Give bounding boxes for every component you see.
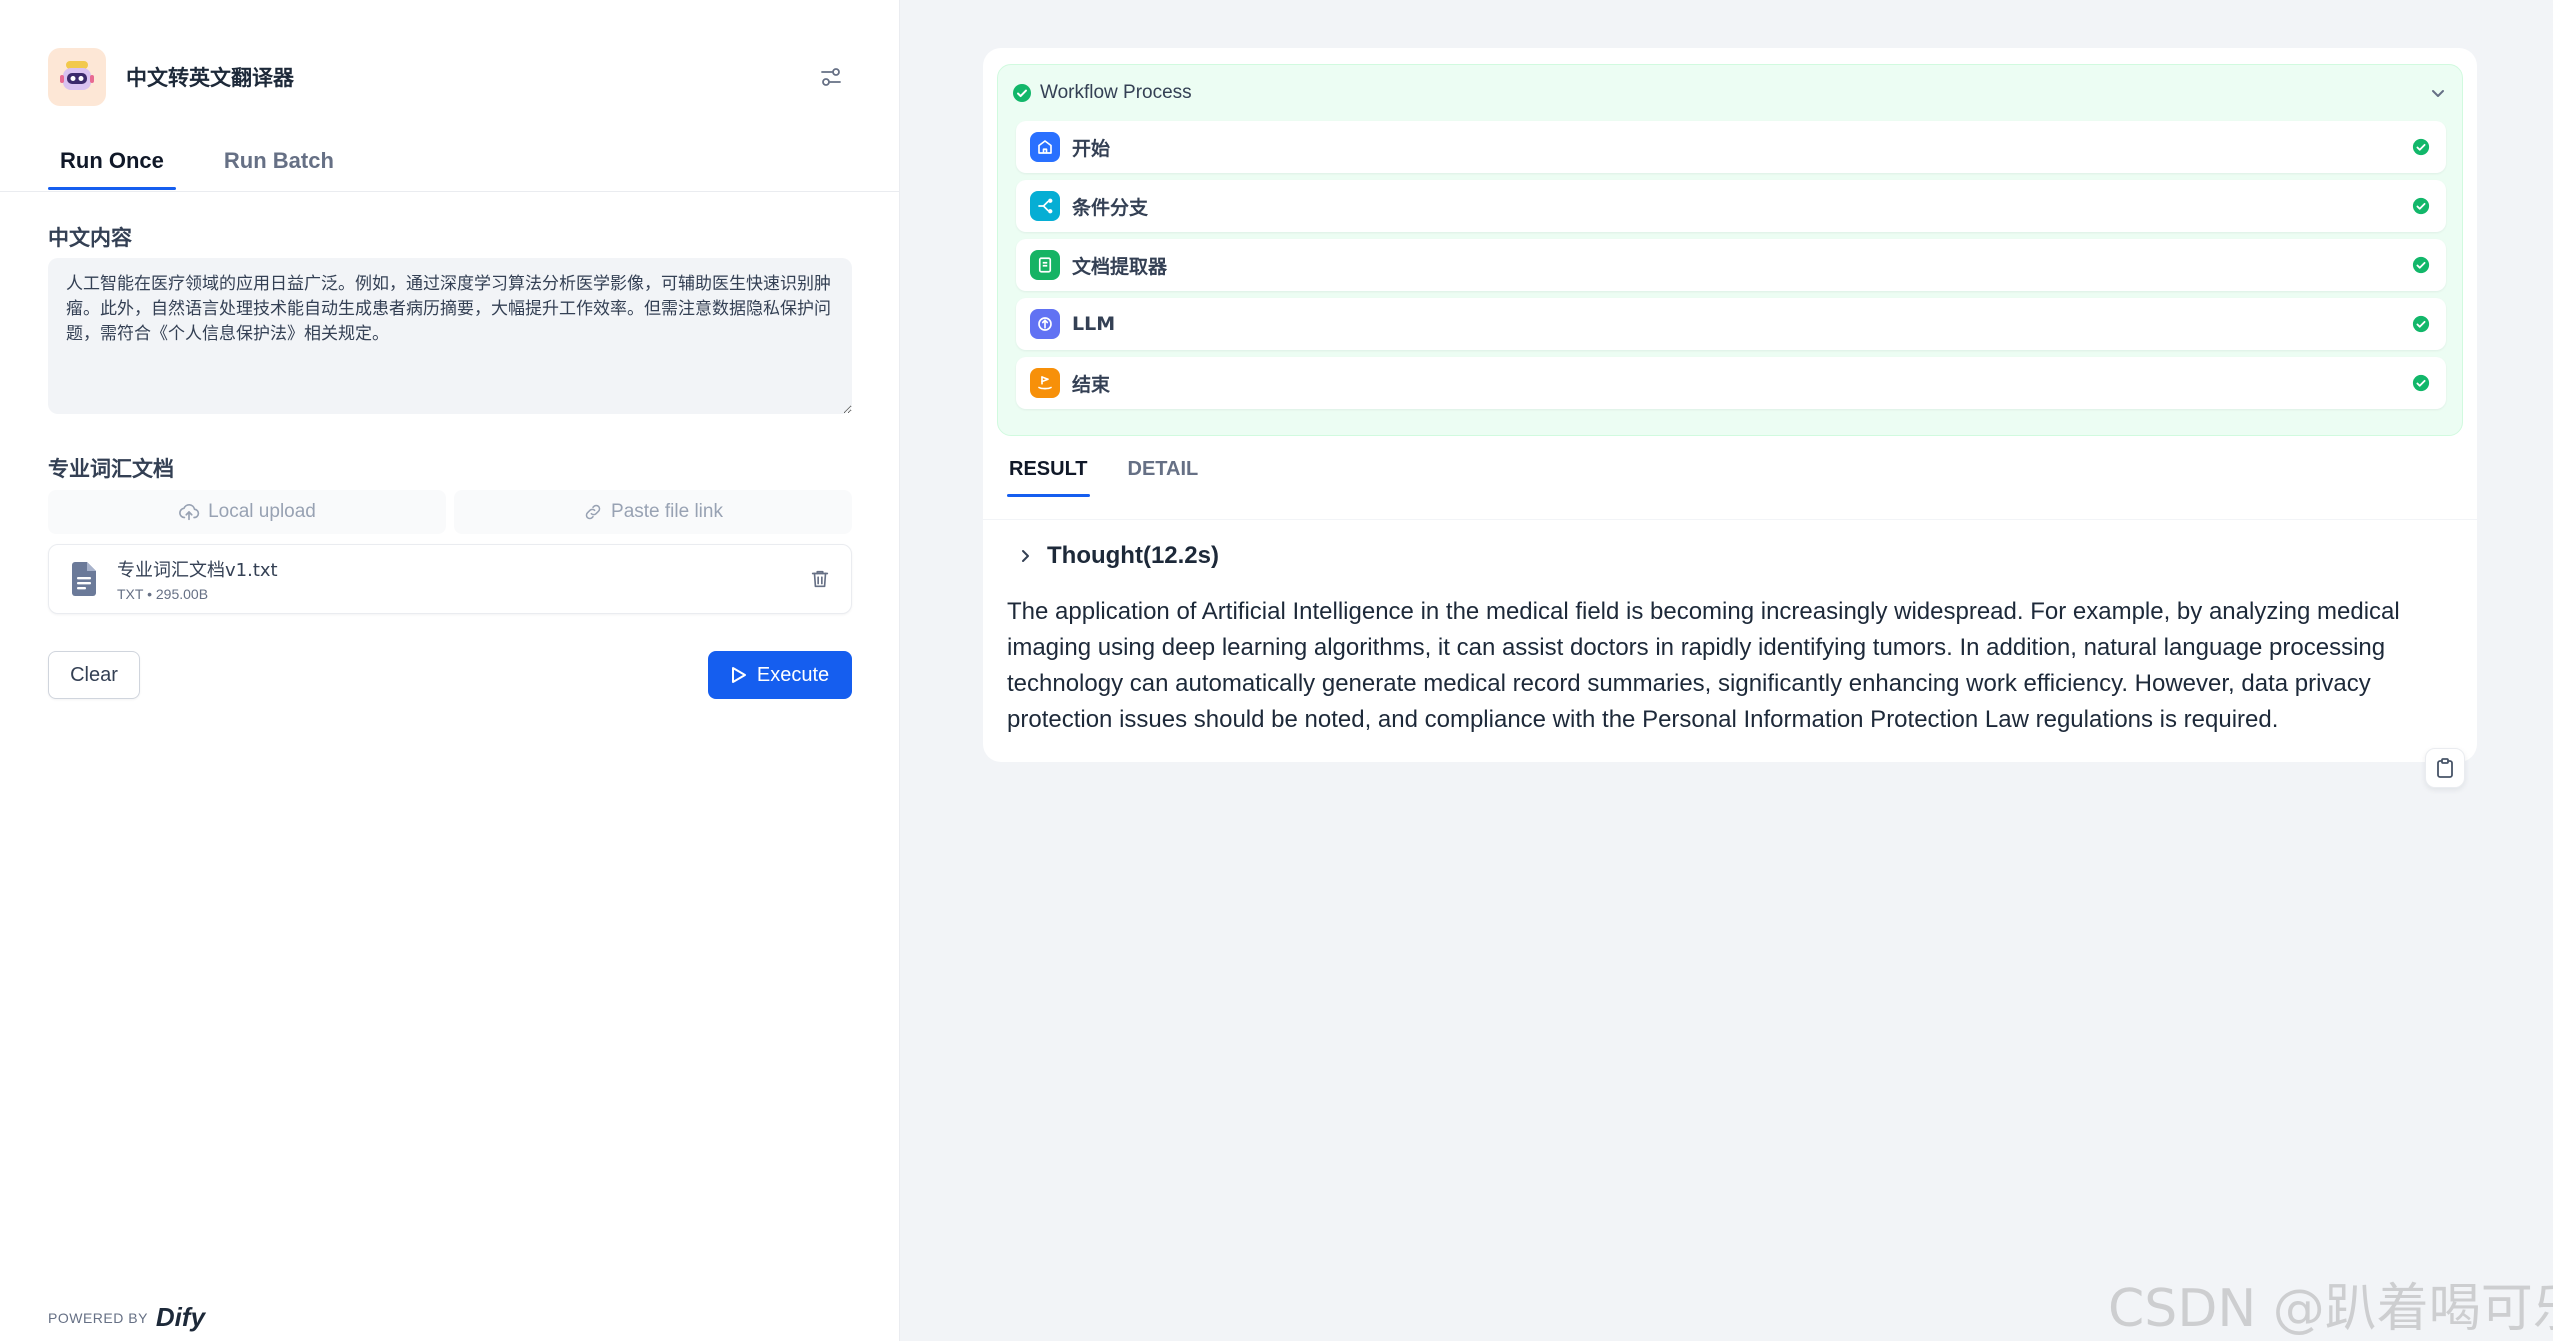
file-name: 专业词汇文档v1.txt xyxy=(117,560,278,581)
execute-label: Execute xyxy=(756,663,830,686)
workflow-node-end[interactable]: 结束 xyxy=(1016,357,2446,409)
workflow-node-start[interactable]: 开始 xyxy=(1016,121,2446,173)
robot-icon xyxy=(48,48,106,106)
workflow-node-label: 结束 xyxy=(1072,373,1111,396)
clear-button[interactable]: Clear xyxy=(48,651,140,699)
local-upload-button[interactable]: Local upload xyxy=(48,490,446,534)
llm-icon xyxy=(1030,309,1060,339)
tab-run-once[interactable]: Run Once xyxy=(48,140,176,190)
check-circle-icon xyxy=(1013,84,1031,102)
execute-button[interactable]: Execute xyxy=(708,651,852,699)
dify-logo[interactable]: Dify xyxy=(156,1302,205,1333)
tab-run-batch[interactable]: Run Batch xyxy=(212,140,346,190)
uploaded-file-card: 专业词汇文档v1.txt TXT • 295.00B xyxy=(48,544,852,614)
local-upload-label: Local upload xyxy=(208,501,316,522)
chevron-right-icon xyxy=(1022,550,1029,562)
watermark: CSDN @趴着喝可乐 xyxy=(2108,1279,2553,1339)
tab-result[interactable]: RESULT xyxy=(1007,450,1090,497)
workflow-node-label: 开始 xyxy=(1072,137,1111,160)
chinese-content-input[interactable]: 人工智能在医疗领域的应用日益广泛。例如，通过深度学习算法分析医学影像，可辅助医生… xyxy=(48,258,852,414)
check-circle-icon xyxy=(2412,374,2430,392)
result-card: Workflow Process 开始 条件分支 文档提取器 LLM 结束 RE… xyxy=(983,48,2477,788)
translation-result-text: The application of Artificial Intelligen… xyxy=(1007,598,2400,733)
file-info: 专业词汇文档v1.txt TXT • 295.00B xyxy=(117,556,278,602)
check-circle-icon xyxy=(2412,315,2430,333)
app-header: 中文转英文翻译器 xyxy=(48,48,851,106)
clipboard-icon xyxy=(2437,758,2453,778)
trash-icon xyxy=(811,570,829,588)
workflow-process-title: Workflow Process xyxy=(1040,82,1192,103)
delete-file-button[interactable] xyxy=(809,568,831,590)
check-circle-icon xyxy=(2412,138,2430,156)
workflow-node-branch[interactable]: 条件分支 xyxy=(1016,180,2446,232)
doc-extractor-icon xyxy=(1030,250,1060,280)
run-tabs: Run Once Run Batch xyxy=(48,140,346,190)
home-icon xyxy=(1030,132,1060,162)
paste-link-label: Paste file link xyxy=(611,501,723,522)
end-icon xyxy=(1030,368,1060,398)
file-type: TXT xyxy=(117,586,144,602)
paste-link-button[interactable]: Paste file link xyxy=(454,490,852,534)
check-circle-icon xyxy=(2412,256,2430,274)
left-panel: 中文转英文翻译器 Run Once Run Batch 中文内容 人工智能在医疗… xyxy=(0,0,900,1341)
thought-label: Thought(12.2s) xyxy=(1047,542,1219,569)
workflow-process-header[interactable]: Workflow Process xyxy=(1012,75,2448,111)
thought-toggle[interactable]: Thought(12.2s) xyxy=(1017,542,1219,570)
copy-button[interactable] xyxy=(2425,748,2465,788)
chevron-down-icon xyxy=(2432,90,2444,97)
powered-by-text: POWERED BY xyxy=(48,1309,148,1326)
file-meta: TXT • 295.00B xyxy=(117,586,278,602)
tabs-divider xyxy=(0,191,899,192)
workflow-node-doc-extractor[interactable]: 文档提取器 xyxy=(1016,239,2446,291)
file-field-label: 专业词汇文档 xyxy=(48,458,174,481)
cloud-upload-icon xyxy=(179,504,200,521)
branch-icon xyxy=(1030,191,1060,221)
file-meta-separator: • xyxy=(147,586,152,602)
result-tabs: RESULT DETAIL xyxy=(1007,450,1200,497)
powered-by: POWERED BY Dify xyxy=(48,1302,205,1333)
workflow-process-panel: Workflow Process 开始 条件分支 文档提取器 LLM 结束 xyxy=(997,64,2463,436)
workflow-node-label: LLM xyxy=(1072,313,1116,335)
upload-row: Local upload Paste file link xyxy=(48,490,852,534)
settings-button[interactable] xyxy=(811,57,851,97)
file-text-icon xyxy=(72,562,96,596)
result-tabs-divider xyxy=(983,519,2477,520)
play-icon xyxy=(731,667,746,683)
sliders-icon xyxy=(821,68,841,86)
workflow-node-label: 条件分支 xyxy=(1072,196,1149,219)
check-circle-icon xyxy=(2412,197,2430,215)
file-size: 295.00B xyxy=(155,586,209,602)
app-title: 中文转英文翻译器 xyxy=(126,67,294,90)
workflow-node-label: 文档提取器 xyxy=(1072,255,1168,278)
link-icon xyxy=(585,504,601,520)
text-field-label: 中文内容 xyxy=(48,227,132,250)
workflow-node-llm[interactable]: LLM xyxy=(1016,298,2446,350)
tab-detail[interactable]: DETAIL xyxy=(1126,450,1201,497)
